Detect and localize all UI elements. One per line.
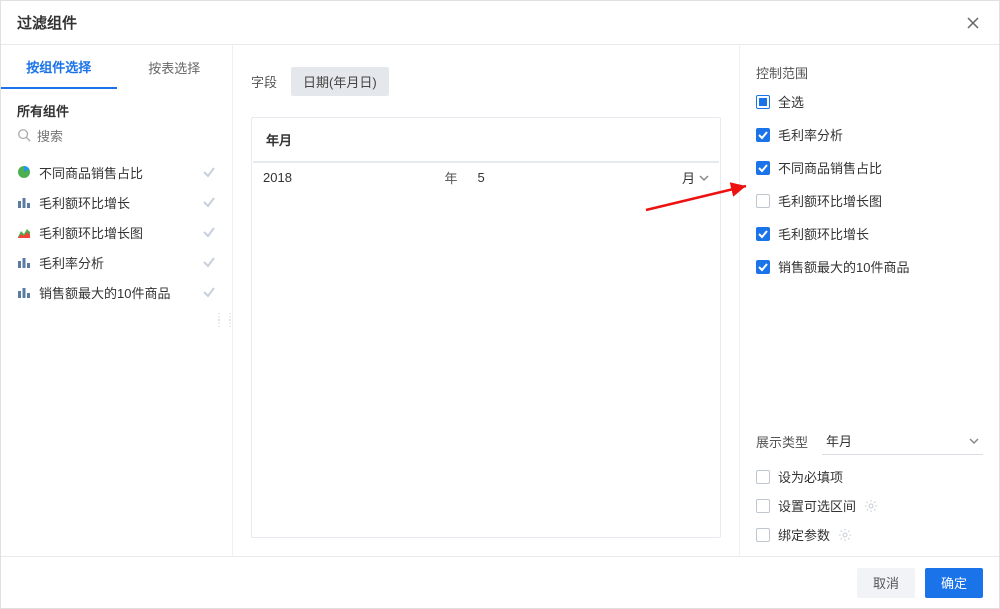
resize-handle[interactable]: ⋮⋮⋮⋮ [214,315,236,327]
list-item-label: 销售额最大的10件商品 [39,283,202,302]
checkbox-label: 设为必填项 [778,467,843,486]
scope-checkbox[interactable]: 毛利额环比增长 [756,224,983,243]
filter-dialog: 过滤组件 按组件选择 按表选择 所有组件 不同商品销售占比 [0,0,1000,609]
area-icon [17,225,31,239]
month-unit-cell: 月 [649,162,719,192]
check-icon [202,195,216,209]
chevron-down-icon[interactable] [699,173,709,183]
pie-icon [17,165,31,179]
check-icon [202,255,216,269]
options-list: 设为必填项 设置可选区间 绑定参数 [756,467,983,544]
checkbox-indeterminate-icon [756,95,770,109]
gear-icon[interactable] [864,499,878,513]
close-icon[interactable] [963,13,983,33]
component-list: 不同商品销售占比 毛利额环比增长 毛利额环比增长图 毛利率分析 [1,153,232,311]
checkbox-unchecked-icon [756,194,770,208]
check-icon [202,285,216,299]
select-all-checkbox[interactable]: 全选 [756,92,983,111]
dialog-header: 过滤组件 [1,1,999,45]
preview-card: 年月 2018 年 5 月 [251,117,721,538]
field-row: 字段 日期(年月日) [251,63,721,99]
list-item[interactable]: 毛利额环比增长 [1,187,232,217]
list-item[interactable]: 销售额最大的10件商品 [1,277,232,307]
display-type-row: 展示类型 年月 [756,414,983,455]
checkbox-label: 毛利额环比增长 [778,224,869,243]
field-chip[interactable]: 日期(年月日) [291,67,389,96]
list-item-label: 不同商品销售占比 [39,163,202,182]
right-panel: 控制范围 全选 毛利率分析 不同商品销售占比 毛利额环比增长图 [739,45,999,556]
month-unit: 月 [682,168,695,187]
dialog-body: 按组件选择 按表选择 所有组件 不同商品销售占比 毛利额环比增长 [1,45,999,556]
scope-checkbox[interactable]: 毛利率分析 [756,125,983,144]
chevron-down-icon [969,436,979,446]
display-type-select[interactable]: 年月 [822,427,983,455]
list-item-label: 毛利额环比增长 [39,193,202,212]
range-checkbox[interactable]: 设置可选区间 [756,496,983,515]
checkbox-label: 绑定参数 [778,525,830,544]
search-input[interactable] [37,129,216,144]
scope-list: 全选 毛利率分析 不同商品销售占比 毛利额环比增长图 毛利额环比增长 [756,92,983,276]
checkbox-label: 设置可选区间 [778,496,856,515]
search-icon [17,128,37,145]
confirm-button[interactable]: 确定 [925,568,983,598]
year-value[interactable]: 2018 [253,162,435,192]
gear-icon[interactable] [838,528,852,542]
check-icon [202,165,216,179]
checkbox-unchecked-icon [756,528,770,542]
scope-checkbox[interactable]: 销售额最大的10件商品 [756,257,983,276]
search-row [1,128,232,153]
check-icon [202,225,216,239]
checkbox-checked-icon [756,227,770,241]
date-selector[interactable]: 2018 年 5 月 [253,161,719,192]
field-label: 字段 [251,72,277,91]
display-type-value: 年月 [826,431,852,450]
checkbox-label: 毛利率分析 [778,125,843,144]
bar-icon [17,285,31,299]
display-type-label: 展示类型 [756,432,808,451]
list-item[interactable]: 毛利额环比增长图 [1,217,232,247]
checkbox-label: 全选 [778,92,804,111]
checkbox-label: 销售额最大的10件商品 [778,257,909,276]
year-unit: 年 [435,162,468,192]
cancel-button[interactable]: 取消 [857,568,915,598]
center-panel: 字段 日期(年月日) 年月 2018 年 5 月 [233,45,739,556]
scope-title: 控制范围 [756,63,983,82]
checkbox-label: 不同商品销售占比 [778,158,882,177]
tab-by-component[interactable]: 按组件选择 [1,45,117,89]
checkbox-checked-icon [756,260,770,274]
required-checkbox[interactable]: 设为必填项 [756,467,983,486]
scope-checkbox[interactable]: 不同商品销售占比 [756,158,983,177]
card-title: 年月 [252,118,720,161]
left-panel: 按组件选择 按表选择 所有组件 不同商品销售占比 毛利额环比增长 [1,45,233,556]
dialog-title: 过滤组件 [17,12,77,33]
selection-tabs: 按组件选择 按表选择 [1,45,232,89]
scope-checkbox[interactable]: 毛利额环比增长图 [756,191,983,210]
checkbox-label: 毛利额环比增长图 [778,191,882,210]
bar-icon [17,255,31,269]
list-item[interactable]: 毛利率分析 [1,247,232,277]
list-item-label: 毛利率分析 [39,253,202,272]
checkbox-checked-icon [756,161,770,175]
checkbox-checked-icon [756,128,770,142]
tab-by-table[interactable]: 按表选择 [117,45,233,89]
checkbox-unchecked-icon [756,499,770,513]
all-components-header: 所有组件 [1,89,232,128]
month-value[interactable]: 5 [468,162,650,192]
list-item[interactable]: 不同商品销售占比 [1,157,232,187]
bind-checkbox[interactable]: 绑定参数 [756,525,983,544]
dialog-footer: 取消 确定 [1,556,999,608]
checkbox-unchecked-icon [756,470,770,484]
bar-icon [17,195,31,209]
list-item-label: 毛利额环比增长图 [39,223,202,242]
